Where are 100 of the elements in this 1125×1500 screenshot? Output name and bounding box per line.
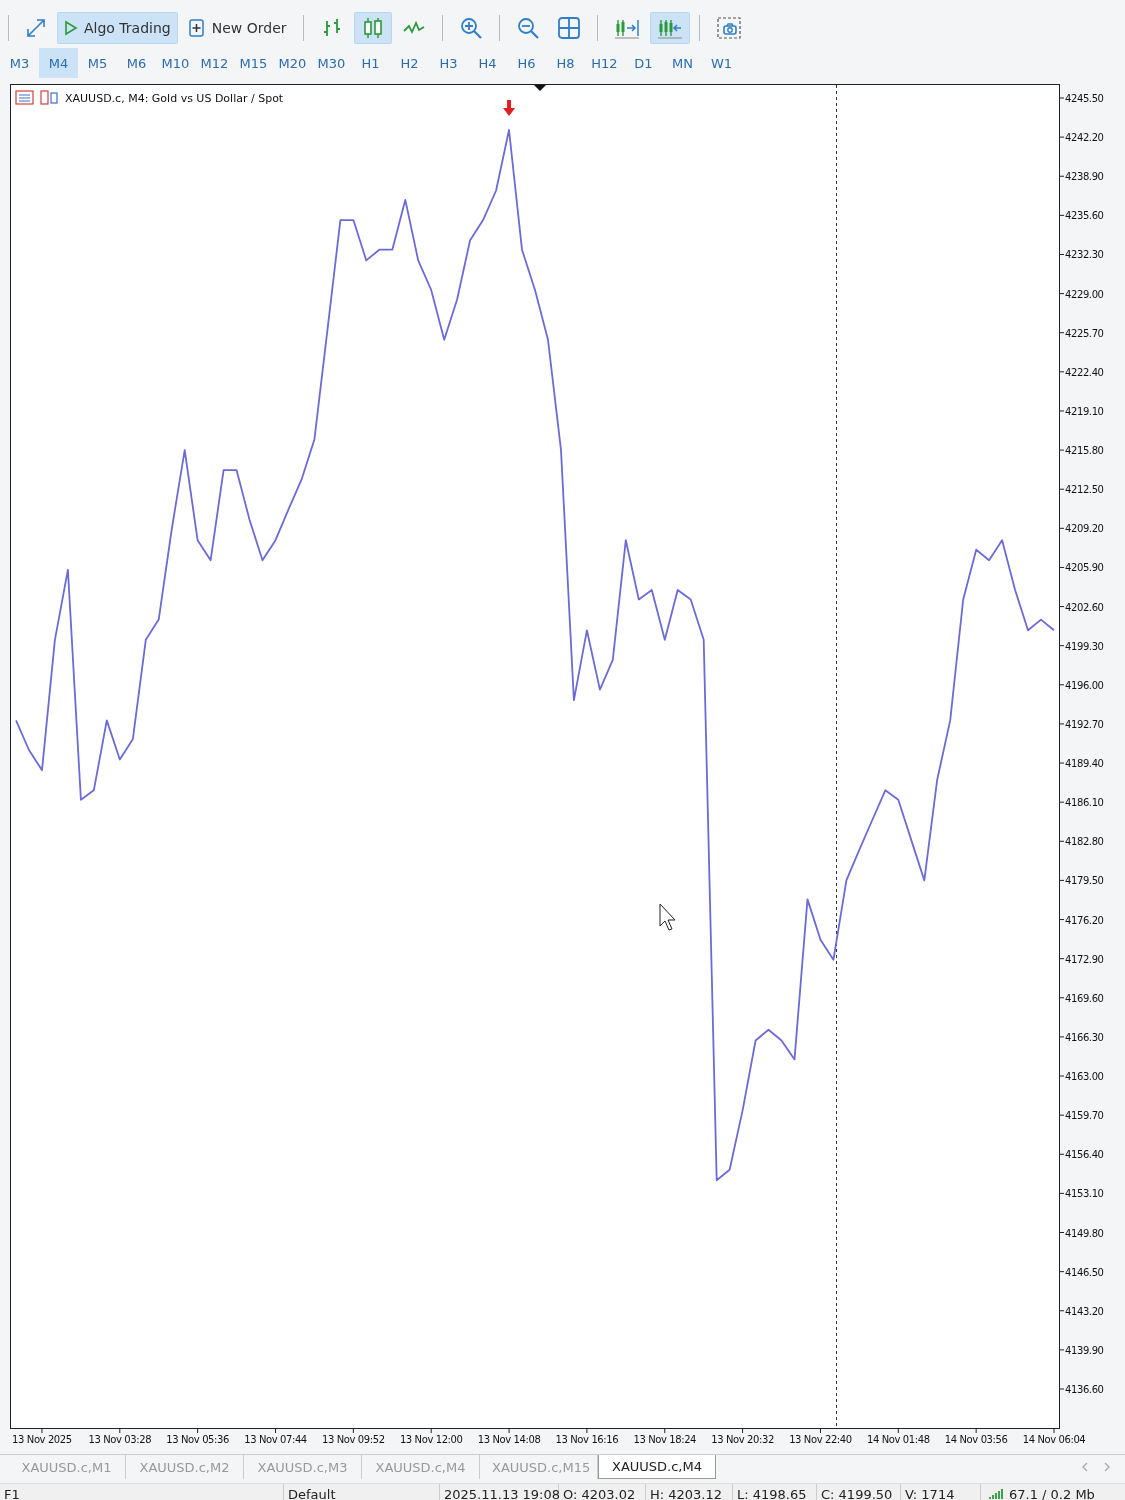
triangle-marker bbox=[534, 85, 546, 91]
timeframe-button[interactable]: H4 bbox=[468, 48, 507, 78]
axis-label: 13 Nov 09:52 bbox=[322, 1434, 385, 1445]
axis-label: 13 Nov 22:40 bbox=[789, 1434, 852, 1445]
status-close: C: 4199.50 bbox=[817, 1484, 901, 1500]
axis-label: 4149.80 bbox=[1065, 1227, 1104, 1239]
autoscroll-icon bbox=[613, 17, 640, 39]
axis-label: 4229.00 bbox=[1065, 288, 1104, 300]
axis-label: 4156.40 bbox=[1065, 1149, 1104, 1161]
axis-label: 4205.90 bbox=[1065, 562, 1104, 574]
scroll-right-icon[interactable] bbox=[1103, 1462, 1111, 1472]
timeframe-button[interactable]: M20 bbox=[273, 48, 312, 78]
candles-button[interactable] bbox=[353, 12, 392, 44]
timeframe-button[interactable]: H8 bbox=[546, 48, 585, 78]
axis-label: 4136.60 bbox=[1065, 1384, 1104, 1395]
zoom-in-icon bbox=[458, 16, 483, 40]
axis-label: 4166.30 bbox=[1065, 1031, 1104, 1043]
status-traffic: 67.1 / 0.2 Mb bbox=[1009, 1486, 1095, 1500]
camera-icon bbox=[715, 16, 742, 40]
arrow-icon bbox=[503, 100, 516, 116]
grid-icon bbox=[556, 16, 581, 40]
axis-label: 4186.10 bbox=[1065, 797, 1104, 809]
cursor-icon bbox=[659, 903, 676, 931]
axis-label: 4172.90 bbox=[1065, 953, 1104, 965]
timeframe-button[interactable]: D1 bbox=[624, 48, 663, 78]
axis-label: 4222.40 bbox=[1065, 366, 1104, 378]
play-icon bbox=[64, 20, 78, 36]
timeframe-button[interactable]: H12 bbox=[585, 48, 624, 78]
timeframe-button[interactable]: M4 bbox=[39, 48, 78, 78]
axis-label: 4235.60 bbox=[1065, 210, 1104, 222]
chart-shift-icon bbox=[656, 17, 683, 39]
axis-label: 4159.70 bbox=[1065, 1110, 1104, 1122]
axis-label: 4238.90 bbox=[1065, 171, 1104, 183]
status-high: H: 4203.12 bbox=[646, 1484, 733, 1500]
timeframe-button[interactable]: H6 bbox=[507, 48, 546, 78]
axis-label: 4225.70 bbox=[1065, 327, 1104, 339]
plus-document-icon bbox=[187, 18, 206, 38]
axis-label: 14 Nov 03:56 bbox=[944, 1434, 1008, 1445]
timeframe-button[interactable]: M15 bbox=[234, 48, 273, 78]
axis-label: 13 Nov 05:36 bbox=[166, 1434, 229, 1445]
axis-label: 4202.60 bbox=[1065, 601, 1104, 613]
axis-label: 4199.30 bbox=[1065, 640, 1104, 652]
timeframe-button[interactable]: M30 bbox=[312, 48, 351, 78]
axis-label: 4146.50 bbox=[1065, 1266, 1104, 1278]
zoom-out-icon bbox=[515, 16, 540, 40]
axis-label: 13 Nov 03:28 bbox=[88, 1434, 152, 1445]
axis-label: 4196.00 bbox=[1065, 679, 1104, 691]
axis-label: 4215.80 bbox=[1065, 445, 1104, 457]
axis-label: 14 Nov 01:48 bbox=[867, 1434, 930, 1445]
axis-label: 13 Nov 16:16 bbox=[555, 1434, 619, 1445]
timeframe-button[interactable]: M3 bbox=[0, 48, 39, 78]
candles-icon bbox=[40, 90, 58, 105]
chart-tab[interactable]: XAUUSD.c,M3 bbox=[244, 1455, 362, 1479]
axis-label: 4219.10 bbox=[1065, 405, 1104, 417]
scroll-left-icon[interactable] bbox=[1081, 1462, 1089, 1472]
axis-label: 4169.60 bbox=[1065, 992, 1104, 1004]
axis-label: 4209.20 bbox=[1065, 523, 1104, 535]
timeframe-button[interactable]: M6 bbox=[117, 48, 156, 78]
timeframe-button[interactable]: H1 bbox=[351, 48, 390, 78]
axis-label: 13 Nov 2025 bbox=[12, 1434, 72, 1445]
axis-label: 4192.70 bbox=[1065, 718, 1104, 730]
expand-arrow-icon bbox=[25, 17, 47, 39]
new-order-button[interactable]: New Order bbox=[180, 12, 294, 44]
timeframe-button[interactable]: M12 bbox=[195, 48, 234, 78]
status-low: L: 4198.65 bbox=[733, 1484, 817, 1500]
axis-label: 4212.50 bbox=[1065, 484, 1104, 496]
timeframe-button[interactable]: M5 bbox=[78, 48, 117, 78]
axis-label: 4232.30 bbox=[1065, 249, 1104, 261]
axis-label: 4163.00 bbox=[1065, 1071, 1104, 1083]
timeframe-button[interactable]: M10 bbox=[156, 48, 195, 78]
axis-label: 14 Nov 06:04 bbox=[1022, 1434, 1086, 1445]
axis-label: 4242.20 bbox=[1065, 132, 1104, 144]
timeframe-button[interactable]: H3 bbox=[429, 48, 468, 78]
axis-label: 4176.20 bbox=[1065, 914, 1104, 926]
axis-label: 13 Nov 07:44 bbox=[244, 1434, 307, 1445]
chart-title: XAUUSD.c, M4: Gold vs US Dollar / Spot bbox=[65, 92, 284, 105]
status-datetime: 2025.11.13 19:08 bbox=[440, 1484, 559, 1500]
axis-label: 4153.10 bbox=[1065, 1188, 1104, 1200]
axis-label: 4189.40 bbox=[1065, 758, 1104, 770]
chart-type-icon bbox=[15, 90, 34, 105]
axis-label: 13 Nov 20:32 bbox=[711, 1434, 774, 1445]
timeframe-button[interactable]: W1 bbox=[702, 48, 741, 78]
status-profile: Default bbox=[284, 1484, 440, 1500]
timeframe-button[interactable]: MN bbox=[663, 48, 702, 78]
status-volume: V: 1714 bbox=[901, 1484, 981, 1500]
axis-label: 13 Nov 12:00 bbox=[399, 1434, 463, 1445]
chart-tab[interactable]: XAUUSD.c,M4 bbox=[362, 1455, 480, 1479]
axis-label: 4139.90 bbox=[1065, 1344, 1104, 1356]
chart-tab[interactable]: XAUUSD.c,M2 bbox=[126, 1455, 244, 1479]
chart-tab[interactable]: XAUUSD.c,M1 bbox=[8, 1455, 126, 1479]
chart-tab[interactable]: XAUUSD.c,M4 bbox=[598, 1455, 716, 1479]
shift-button[interactable] bbox=[649, 12, 690, 44]
axis-label: 4179.50 bbox=[1065, 875, 1104, 887]
signal-icon bbox=[989, 1488, 1005, 1500]
axis-label: 4182.80 bbox=[1065, 836, 1104, 848]
status-help: F1 bbox=[0, 1484, 284, 1500]
timeframe-button[interactable]: H2 bbox=[390, 48, 429, 78]
algo-trading-button[interactable]: Algo Trading bbox=[57, 12, 178, 44]
status-open: O: 4203.02 bbox=[559, 1484, 646, 1500]
axis-label: 13 Nov 14:08 bbox=[477, 1434, 541, 1445]
